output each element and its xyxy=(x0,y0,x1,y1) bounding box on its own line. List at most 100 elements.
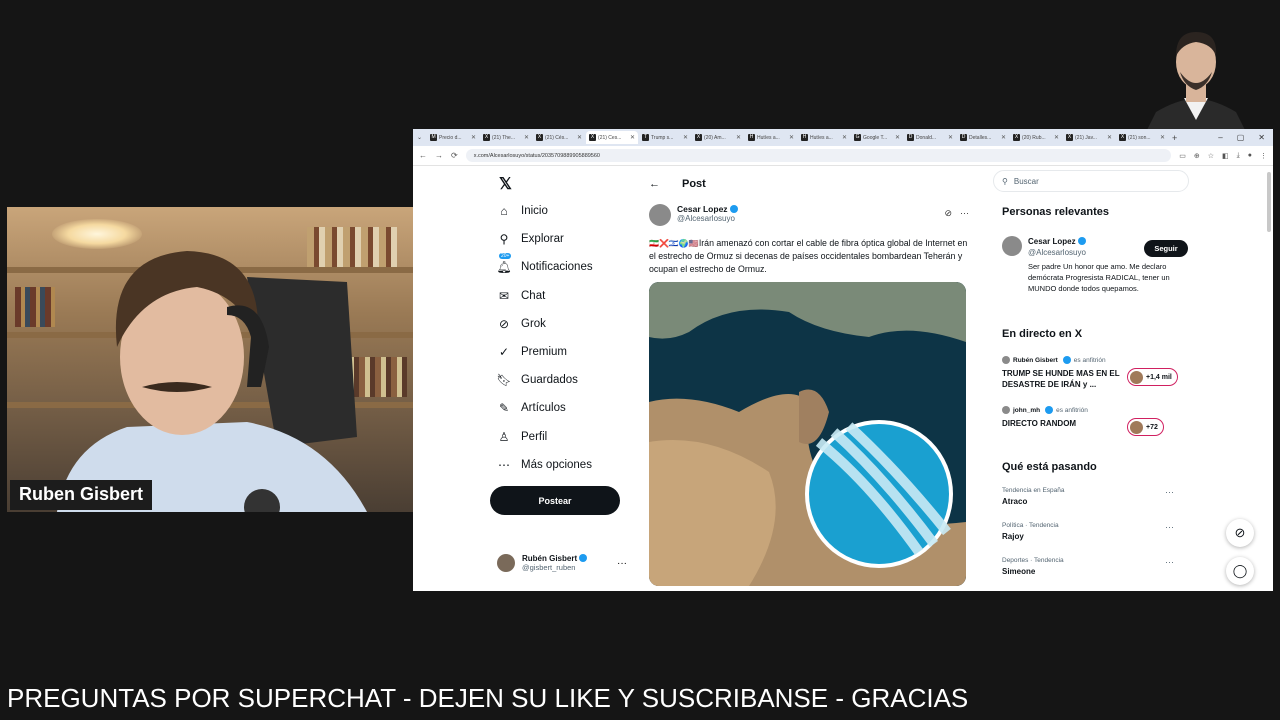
more-icon: ⋯ xyxy=(498,457,510,472)
search-icon: ⚲ xyxy=(1002,176,1008,186)
tab-close-icon[interactable]: ✕ xyxy=(1001,134,1006,141)
person-name: Cesar Lopez xyxy=(1028,237,1076,246)
more-icon[interactable]: ··· xyxy=(1165,487,1174,497)
nav-item-guardados[interactable]: 🔖︎ Guardados xyxy=(496,373,578,387)
nav-item-premium[interactable]: ✓ Premium xyxy=(497,345,567,359)
chat-float-icon[interactable]: ◯ xyxy=(1226,557,1254,585)
browser-tab[interactable]: X (21) son... ✕ xyxy=(1116,131,1168,144)
tab-title: Precio d... xyxy=(439,134,462,141)
browser-tab[interactable]: H Hutíes a... ✕ xyxy=(745,131,797,144)
minimize-icon[interactable]: – xyxy=(1218,133,1222,142)
x-logo-icon[interactable]: 𝕏 xyxy=(499,174,512,194)
live-card: En directo en X Rubén Gisbert es anfitrió… xyxy=(993,328,1189,448)
nav-label: Chat xyxy=(521,289,546,302)
new-tab-button[interactable]: + xyxy=(1172,133,1177,143)
tab-close-icon[interactable]: ✕ xyxy=(577,134,582,141)
back-arrow-icon[interactable]: ← xyxy=(649,178,660,190)
live-item[interactable]: john_mh es anfitrión DIRECTO RANDOM +72 xyxy=(1002,406,1182,436)
zoom-icon[interactable]: ⊕ xyxy=(1194,152,1200,160)
browser-tab[interactable]: M Precio d... ✕ xyxy=(427,131,479,144)
browser-tab[interactable]: X (21) Jav... ✕ xyxy=(1063,131,1115,144)
browser-tab[interactable]: G Google T... ✕ xyxy=(851,131,903,144)
ticker-banner: PREGUNTAS POR SUPERCHAT - DEJEN SU LIKE … xyxy=(0,678,1280,720)
search-input[interactable]: ⚲ Buscar xyxy=(993,170,1189,192)
more-icon[interactable]: ··· xyxy=(960,208,969,219)
user-icon: ♙ xyxy=(498,429,510,444)
live-title: TRUMP SE HUNDE MAS EN EL DESASTRE DE IRÁ… xyxy=(1002,369,1120,389)
browser-tab[interactable]: X (20) Am... ✕ xyxy=(692,131,744,144)
tab-close-icon[interactable]: ✕ xyxy=(1160,134,1165,141)
browser-tab[interactable]: X (21) Cés... ✕ xyxy=(533,131,585,144)
nav-item-más-opciones[interactable]: ⋯ Más opciones xyxy=(497,458,592,472)
account-switcher[interactable]: Rubén Gisbert @gisbert_ruben ··· xyxy=(497,554,627,572)
browser-tab[interactable]: X (21) Ces... ✕ xyxy=(586,131,639,144)
tab-close-icon[interactable]: ✕ xyxy=(948,134,953,141)
profile-icon[interactable]: ● xyxy=(1248,152,1252,160)
menu-icon[interactable]: ⋮ xyxy=(1260,152,1267,160)
browser-tab[interactable]: T Trump s... ✕ xyxy=(639,131,691,144)
maximize-icon[interactable]: ▢ xyxy=(1237,133,1245,142)
address-bar-row: ← → ⟳ x.com/Alcesarlosuyo/status/2035709… xyxy=(413,146,1273,166)
live-host: Rubén Gisbert xyxy=(1013,356,1058,364)
tab-close-icon[interactable]: ✕ xyxy=(895,134,900,141)
nav-item-artículos[interactable]: ✎ Artículos xyxy=(497,401,566,415)
trend-name: Simeone xyxy=(1002,567,1036,576)
tab-favicon-icon: M xyxy=(430,134,438,141)
forward-icon[interactable]: → xyxy=(435,151,443,160)
grok-icon[interactable]: ⊘ xyxy=(944,208,952,219)
post-author[interactable]: Cesar Lopez @Alcesarlosuyo xyxy=(649,204,738,226)
tab-close-icon[interactable]: ✕ xyxy=(630,134,635,141)
more-icon[interactable]: ··· xyxy=(617,558,627,569)
browser-tab[interactable]: D Donald... ✕ xyxy=(904,131,956,144)
nav-item-chat[interactable]: ✉ Chat xyxy=(497,289,545,303)
nav-item-perfil[interactable]: ♙ Perfil xyxy=(497,429,548,444)
trend-item[interactable]: Deportes · Tendencia Simeone ··· xyxy=(1002,557,1182,576)
premium-icon: ✓ xyxy=(498,345,510,359)
live-host: john_mh xyxy=(1013,406,1041,414)
post-button[interactable]: Postear xyxy=(490,486,620,515)
scrollbar[interactable] xyxy=(1267,172,1271,232)
tab-title: (21) Ces... xyxy=(598,134,622,141)
streamer xyxy=(57,251,367,512)
browser-tab[interactable]: D Detalles... ✕ xyxy=(957,131,1009,144)
browser-tab[interactable]: X (21) The... ✕ xyxy=(480,131,532,144)
live-item[interactable]: Rubén Gisbert es anfitrión TRUMP SE HUNDE … xyxy=(1002,356,1182,390)
tab-favicon-icon: H xyxy=(748,134,756,141)
back-icon[interactable]: ← xyxy=(419,151,427,160)
listener-count: +1,4 mil xyxy=(1127,368,1178,386)
tab-search-icon[interactable]: ⌄ xyxy=(417,134,422,141)
tab-close-icon[interactable]: ✕ xyxy=(1107,134,1112,141)
trend-item[interactable]: Tendencia en España Atraco ··· xyxy=(1002,487,1182,506)
cast-icon[interactable]: ▭ xyxy=(1179,152,1186,160)
grok-icon: ⊘ xyxy=(498,316,510,331)
nav-item-explorar[interactable]: ⚲ Explorar xyxy=(497,232,564,246)
tab-title: Google T... xyxy=(863,134,888,141)
nav-item-grok[interactable]: ⊘ Grok xyxy=(497,317,546,331)
download-icon[interactable]: ⤓ xyxy=(1237,152,1240,160)
tab-title: (21) The... xyxy=(492,134,516,141)
tab-close-icon[interactable]: ✕ xyxy=(471,134,476,141)
tab-close-icon[interactable]: ✕ xyxy=(736,134,741,141)
grok-float-icon[interactable]: ⊘ xyxy=(1226,519,1254,547)
browser-tab[interactable]: H Hutíes a... ✕ xyxy=(798,131,850,144)
reload-icon[interactable]: ⟳ xyxy=(451,151,458,160)
close-icon[interactable]: ✕ xyxy=(1258,133,1265,142)
follow-button[interactable]: Seguir xyxy=(1144,240,1188,257)
bookmark-star-icon[interactable]: ☆ xyxy=(1208,152,1214,160)
more-icon[interactable]: ··· xyxy=(1165,522,1174,532)
tab-close-icon[interactable]: ✕ xyxy=(789,134,794,141)
trend-item[interactable]: Política · Tendencia Rajoy ··· xyxy=(1002,522,1182,541)
live-title: DIRECTO RANDOM xyxy=(1002,419,1077,428)
tab-close-icon[interactable]: ✕ xyxy=(1054,134,1059,141)
url-input[interactable]: x.com/Alcesarlosuyo/status/2035709889905… xyxy=(465,149,1172,162)
post-image[interactable] xyxy=(649,282,966,586)
extensions-icon[interactable]: ◧ xyxy=(1222,152,1229,160)
browser-tab[interactable]: X (20) Rub... ✕ xyxy=(1010,131,1062,144)
nav-label: Notificaciones xyxy=(521,261,593,274)
tab-close-icon[interactable]: ✕ xyxy=(524,134,529,141)
nav-item-notificaciones[interactable]: 🔔︎ 20+ Notificaciones xyxy=(496,253,593,274)
more-icon[interactable]: ··· xyxy=(1165,557,1174,567)
tab-close-icon[interactable]: ✕ xyxy=(683,134,688,141)
nav-item-inicio[interactable]: ⌂ Inicio xyxy=(497,204,547,218)
tab-close-icon[interactable]: ✕ xyxy=(842,134,847,141)
